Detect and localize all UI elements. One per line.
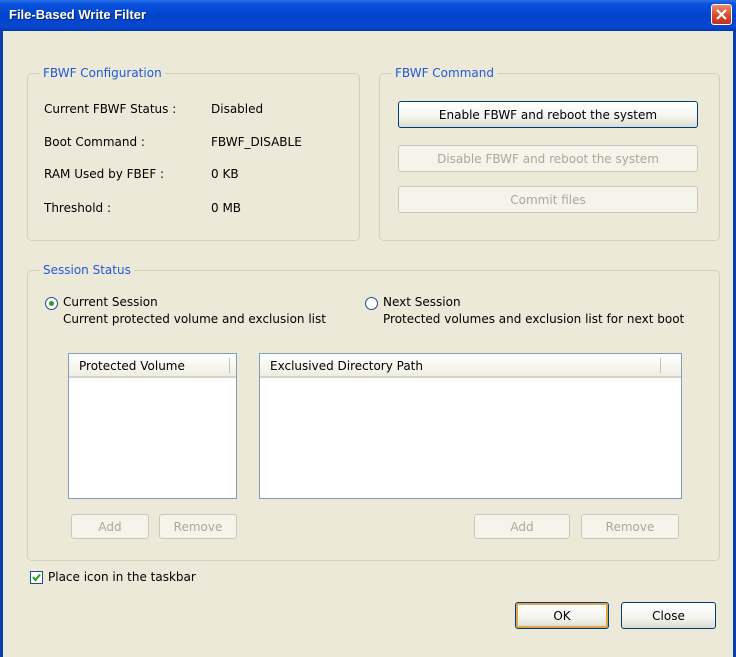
close-icon: [716, 9, 727, 20]
boot-command-label: Boot Command :: [44, 135, 145, 149]
enable-fbwf-button[interactable]: Enable FBWF and reboot the system: [398, 101, 698, 128]
exclusion-path-header-label: Exclusived Directory Path: [270, 359, 423, 373]
next-session-description: Protected volumes and exclusion list for…: [383, 312, 685, 326]
exclusion-path-list[interactable]: Exclusived Directory Path: [259, 353, 682, 499]
protected-volume-list[interactable]: Protected Volume: [68, 353, 237, 499]
current-session-label[interactable]: Current Session: [63, 295, 158, 309]
status-value: Disabled: [211, 102, 264, 116]
fbwf-configuration-group: FBWF Configuration: [27, 66, 360, 241]
checkmark-icon: [32, 573, 41, 582]
taskbar-checkbox[interactable]: [30, 571, 43, 584]
next-session-radio[interactable]: [365, 297, 378, 310]
commit-files-button[interactable]: Commit files: [398, 186, 698, 213]
boot-command-value: FBWF_DISABLE: [211, 135, 302, 149]
ram-used-label: RAM Used by FBEF :: [44, 167, 165, 181]
protected-volume-column-header[interactable]: Protected Volume: [69, 354, 236, 378]
status-label: Current FBWF Status :: [44, 102, 177, 116]
exclusion-add-button[interactable]: Add: [474, 514, 570, 539]
column-separator: [660, 358, 661, 373]
fbwf-command-legend: FBWF Command: [392, 66, 497, 80]
exclusion-path-column-header[interactable]: Exclusived Directory Path: [260, 354, 681, 378]
window-title: File-Based Write Filter: [9, 7, 147, 22]
exclusion-remove-button[interactable]: Remove: [581, 514, 679, 539]
ram-used-value: 0 KB: [211, 167, 239, 181]
fbwf-configuration-legend: FBWF Configuration: [40, 66, 165, 80]
current-session-description: Current protected volume and exclusion l…: [63, 312, 326, 326]
close-window-button[interactable]: [711, 4, 732, 25]
session-status-legend: Session Status: [40, 263, 134, 277]
title-bar[interactable]: File-Based Write Filter: [0, 0, 736, 31]
protected-volume-header-label: Protected Volume: [79, 359, 185, 373]
taskbar-checkbox-label[interactable]: Place icon in the taskbar: [48, 570, 196, 584]
dialog-client-area: FBWF Configuration Current FBWF Status :…: [3, 31, 733, 657]
protected-add-button[interactable]: Add: [71, 514, 149, 539]
close-button[interactable]: Close: [621, 602, 716, 629]
disable-fbwf-button[interactable]: Disable FBWF and reboot the system: [398, 145, 698, 172]
dialog-window: File-Based Write Filter FBWF Configurati…: [0, 0, 736, 657]
threshold-label: Threshold :: [44, 201, 111, 215]
ok-button[interactable]: OK: [515, 602, 609, 629]
column-separator: [229, 358, 230, 373]
next-session-label[interactable]: Next Session: [383, 295, 461, 309]
radio-selected-dot: [49, 301, 54, 306]
current-session-radio[interactable]: [45, 297, 58, 310]
protected-remove-button[interactable]: Remove: [159, 514, 237, 539]
threshold-value: 0 MB: [211, 201, 242, 215]
